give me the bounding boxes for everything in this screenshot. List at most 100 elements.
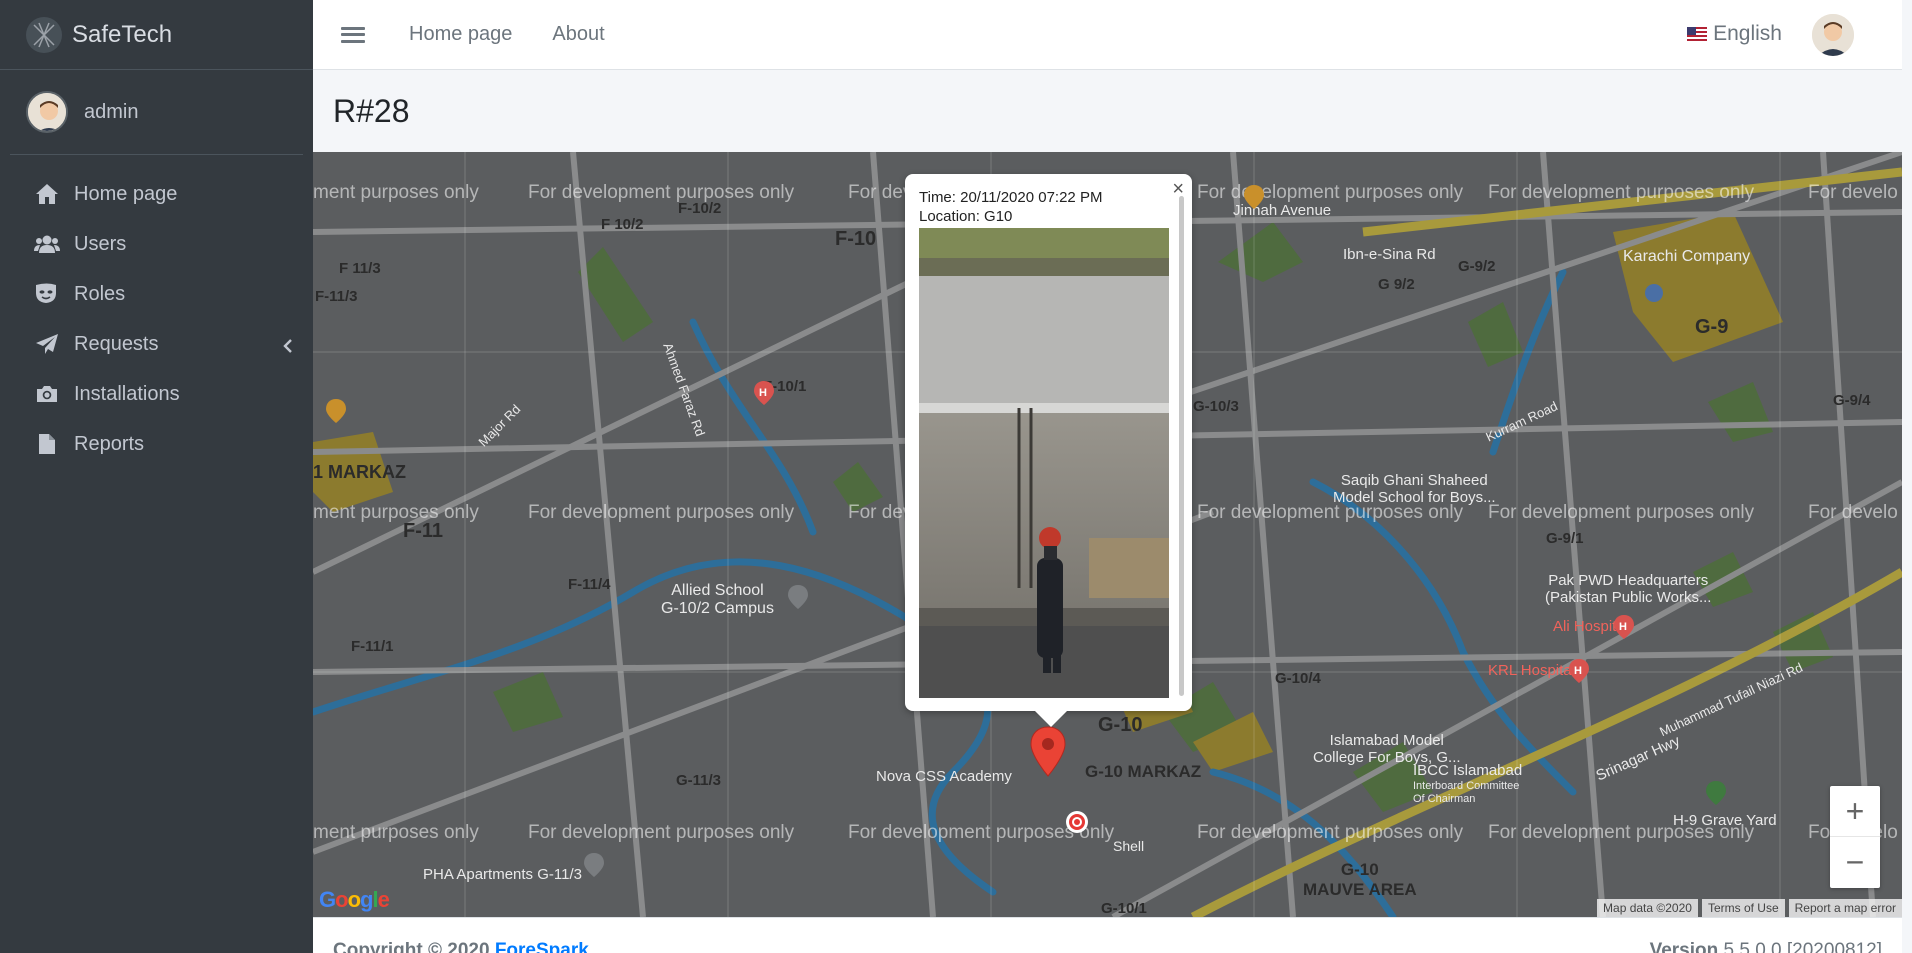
current-location-target-icon[interactable] <box>1065 810 1089 834</box>
map-label: H-9 Grave Yard <box>1673 812 1777 829</box>
copyright: Copyright © 2020 ForeSpark <box>333 940 589 953</box>
sidebar-item-label: Reports <box>74 432 145 455</box>
map-label: G-9/1 <box>1546 530 1584 547</box>
sidebar-nav: Home page Users Roles Requests Installat… <box>0 169 313 469</box>
zoom-controls: + − <box>1830 786 1880 888</box>
info-scrollbar[interactable] <box>1179 196 1184 696</box>
sidebar-item-installations[interactable]: Installations <box>0 369 313 419</box>
sidebar-item-requests[interactable]: Requests <box>0 319 313 369</box>
sidebar-item-roles[interactable]: Roles <box>0 269 313 319</box>
nav-link-about[interactable]: About <box>552 23 604 46</box>
map-label: F 11/3 <box>339 260 381 277</box>
camera-icon <box>34 381 60 407</box>
map-watermark: ment purposes only <box>313 182 479 203</box>
version-info: Version 5.5.0.0 [20200812] <box>1649 940 1882 953</box>
company-link[interactable]: ForeSpark <box>495 940 589 953</box>
map-label: Allied School G-10/2 Campus <box>661 582 774 617</box>
map-data-label: Map data ©2020 <box>1597 899 1698 917</box>
sidebar-item-label: Requests <box>74 332 159 355</box>
content-header: R#28 <box>313 71 1902 152</box>
map-watermark: For development purposes only <box>1197 822 1464 843</box>
map-label: G-10/1 <box>1101 900 1147 917</box>
google-logo[interactable]: Google <box>319 887 390 913</box>
language-dropdown[interactable]: English <box>1687 22 1782 46</box>
user-name[interactable]: admin <box>84 101 138 124</box>
map-label: G-10 MARKAZ <box>1085 762 1202 781</box>
map-label: PHA Apartments G-11/3 <box>423 866 582 883</box>
map-label: IBCC Islamabad <box>1413 762 1523 779</box>
report-photo <box>919 228 1169 698</box>
user-avatar[interactable] <box>26 91 68 133</box>
map-watermark: For develo <box>1808 502 1898 523</box>
svg-text:H: H <box>1574 665 1582 677</box>
sidebar-item-label: Roles <box>74 282 126 305</box>
page-title: R#28 <box>333 93 410 129</box>
map-label: KRL Hospital <box>1488 662 1575 679</box>
map-label: Interboard Committee Of Chairman <box>1413 780 1520 805</box>
sidebar-item-reports[interactable]: Reports <box>0 419 313 469</box>
paper-plane-icon <box>34 331 60 357</box>
menu-toggle-icon[interactable] <box>341 24 365 46</box>
map-watermark: For development purposes only <box>1488 502 1755 523</box>
zoom-out-button[interactable]: − <box>1830 837 1880 888</box>
map-attribution: Map data ©2020 Terms of Use Report a map… <box>1593 899 1902 917</box>
sidebar: SafeTech admin Home page Users Roles Req… <box>0 0 313 953</box>
us-flag-icon <box>1687 27 1708 41</box>
brand-link[interactable]: SafeTech <box>0 0 313 70</box>
top-user-avatar[interactable] <box>1812 14 1854 56</box>
restaurant-marker-icon[interactable] <box>325 398 347 424</box>
top-navbar: Home page About English <box>313 0 1902 70</box>
sidebar-item-users[interactable]: Users <box>0 219 313 269</box>
map-watermark: For development purposes only <box>528 502 795 523</box>
map-label: F-10/2 <box>678 200 722 217</box>
sidebar-item-label: Users <box>74 232 127 255</box>
map-label: G 9/2 <box>1378 276 1415 293</box>
map-label: G-10 MAUVE AREA <box>1303 860 1417 899</box>
map-watermark: For development purposes only <box>528 182 795 203</box>
map-label: G-11/3 <box>676 772 722 789</box>
file-icon <box>34 431 60 457</box>
report-location-marker-icon[interactable] <box>1030 726 1066 778</box>
sidebar-item-home[interactable]: Home page <box>0 169 313 219</box>
svg-text:H: H <box>1619 621 1627 633</box>
map-label: F-11/1 <box>351 638 394 655</box>
language-label: English <box>1713 22 1782 45</box>
nav-link-home[interactable]: Home page <box>409 23 512 46</box>
place-marker-icon[interactable] <box>583 852 605 878</box>
home-icon <box>34 181 60 207</box>
map-label: F-11/4 <box>568 576 611 593</box>
map-label: G-10/4 <box>1275 670 1321 687</box>
map-watermark: For development purposes only <box>528 822 795 843</box>
report-map-error-link[interactable]: Report a map error <box>1788 899 1902 917</box>
map-watermark: For development purposes only <box>1197 182 1464 203</box>
map-label: G-10 <box>1098 714 1143 736</box>
map-label: Saqib Ghani Shaheed Model School for Boy… <box>1333 472 1496 506</box>
map-label: G-9 <box>1695 316 1729 338</box>
map-label: F-10 <box>835 228 877 250</box>
users-icon <box>34 231 60 257</box>
poi-hospital-icon[interactable] <box>1643 282 1665 304</box>
map-label: F 10/2 <box>601 216 644 233</box>
hospital-marker-icon[interactable]: H <box>753 380 775 406</box>
restaurant-marker-icon[interactable] <box>1243 184 1265 210</box>
map[interactable]: ment purposes only For development purpo… <box>313 152 1902 917</box>
info-time: Time: 20/11/2020 07:22 PM <box>919 189 1103 206</box>
map-label: 1 MARKAZ <box>313 462 406 482</box>
terms-of-use-link[interactable]: Terms of Use <box>1701 899 1785 917</box>
map-label: Karachi Company <box>1623 248 1751 265</box>
map-label: Islamabad Model College For Boys, G... <box>1313 732 1461 766</box>
park-marker-icon[interactable] <box>1705 780 1727 806</box>
map-watermark: For develo <box>1808 182 1898 203</box>
map-label: F-11 <box>403 520 444 542</box>
svg-text:H: H <box>759 387 767 399</box>
chevron-left-icon[interactable] <box>283 336 293 359</box>
zoom-in-button[interactable]: + <box>1830 786 1880 837</box>
map-label: G-10/3 <box>1193 398 1239 415</box>
map-label: Ibn-e-Sina Rd <box>1343 246 1436 263</box>
footer: Copyright © 2020 ForeSpark Version 5.5.0… <box>313 917 1902 953</box>
mask-icon <box>34 281 60 307</box>
user-panel[interactable]: admin <box>10 70 303 155</box>
hospital-marker-icon[interactable]: H <box>1613 614 1635 640</box>
school-marker-icon[interactable] <box>787 584 809 610</box>
hospital-marker-icon[interactable]: H <box>1568 658 1590 684</box>
